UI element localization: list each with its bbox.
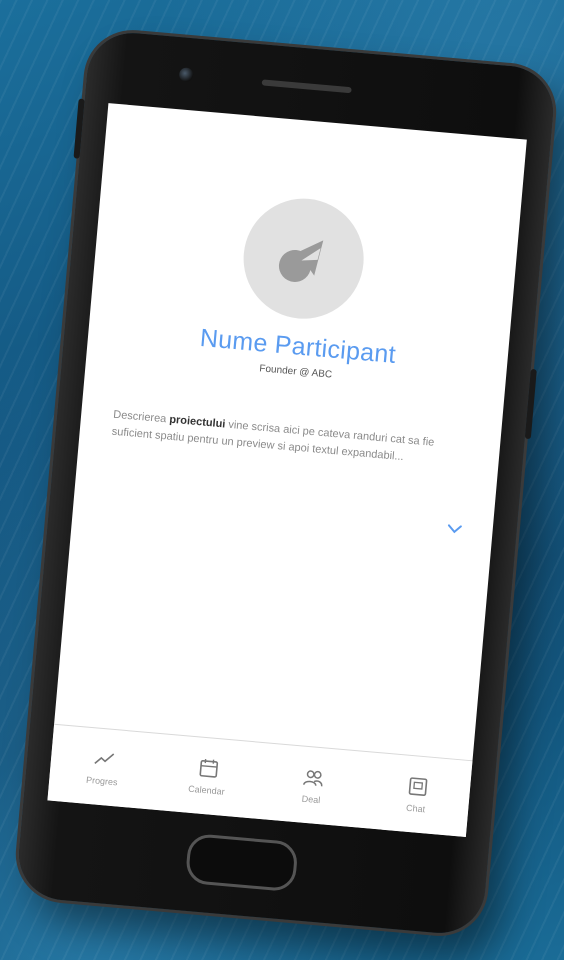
avatar[interactable] xyxy=(238,193,369,324)
tab-label: Chat xyxy=(405,802,426,815)
trend-icon xyxy=(93,753,114,764)
tab-label: Progres xyxy=(85,774,118,788)
description-prefix: Descrierea xyxy=(112,408,170,426)
project-description: Descrierea proiectului vine scrisa aici … xyxy=(111,407,467,472)
description-rest: vine scrisa aici pe cateva randuri cat s… xyxy=(111,418,435,464)
tab-label: Deal xyxy=(301,793,321,806)
tab-progres[interactable]: Progres xyxy=(57,744,150,790)
people-icon xyxy=(302,770,322,787)
home-button[interactable] xyxy=(184,832,299,893)
chat-icon xyxy=(408,777,427,796)
logo-icon xyxy=(278,240,324,282)
calendar-icon xyxy=(198,758,218,778)
app-screen: Nume Participant Founder @ ABC Descriere… xyxy=(47,103,527,838)
description-bold: proiectului xyxy=(168,413,226,431)
tab-calendar[interactable]: Calendar xyxy=(161,753,254,799)
tab-deal[interactable]: Deal xyxy=(266,763,359,809)
phone-device: Nume Participant Founder @ ABC Descriere… xyxy=(14,29,558,937)
tab-chat[interactable]: Chat xyxy=(370,772,463,818)
tab-label: Calendar xyxy=(187,783,226,797)
chevron-down-icon[interactable] xyxy=(446,522,463,535)
